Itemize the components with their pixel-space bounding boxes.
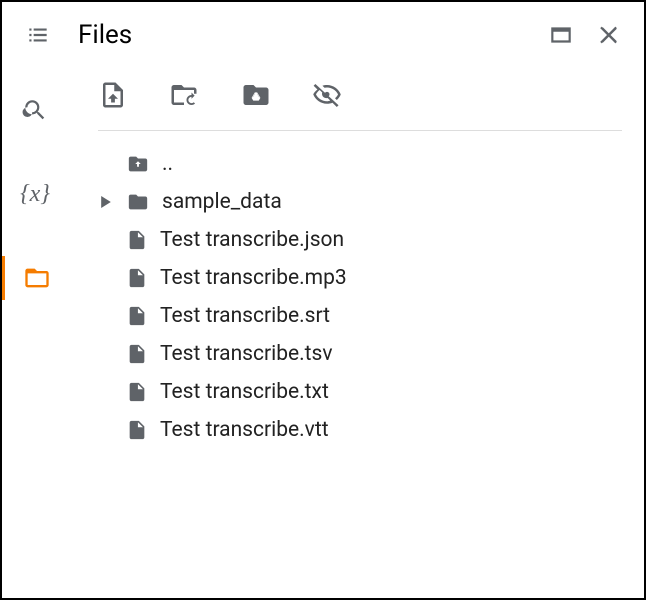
files-panel: .. sample_data Test transcribe.json [68, 60, 644, 596]
file-row[interactable]: Test transcribe.vtt [98, 411, 622, 449]
file-icon [126, 266, 148, 290]
sidebar-variables[interactable]: {x} [2, 172, 68, 216]
panel-title: Files [78, 20, 522, 50]
file-label: Test transcribe.mp3 [160, 266, 347, 290]
folder-up-icon [126, 153, 150, 175]
window-icon[interactable] [546, 22, 576, 48]
file-row[interactable]: Test transcribe.json [98, 221, 622, 259]
mount-drive-icon[interactable] [240, 80, 272, 110]
close-icon[interactable] [596, 22, 622, 48]
file-label: Test transcribe.vtt [160, 418, 329, 442]
file-tree: .. sample_data Test transcribe.json [98, 145, 622, 449]
upload-file-icon[interactable] [98, 78, 128, 112]
sidebar-files[interactable] [2, 256, 68, 300]
sidebar-search[interactable] [2, 88, 68, 132]
expand-icon[interactable] [98, 196, 114, 208]
file-row[interactable]: Test transcribe.tsv [98, 335, 622, 373]
hide-icon[interactable] [310, 80, 344, 110]
toc-icon[interactable] [24, 22, 52, 48]
file-icon [126, 304, 148, 328]
file-label: sample_data [162, 190, 282, 214]
file-label: Test transcribe.srt [160, 304, 330, 328]
file-icon [126, 380, 148, 404]
file-icon [126, 418, 148, 442]
files-toolbar [98, 78, 622, 131]
folder-row[interactable]: sample_data [98, 183, 622, 221]
parent-dir-label: .. [162, 152, 173, 176]
file-label: Test transcribe.txt [160, 380, 329, 404]
sidebar: {x} [2, 60, 68, 596]
file-label: Test transcribe.json [160, 228, 344, 252]
file-row[interactable]: Test transcribe.txt [98, 373, 622, 411]
folder-icon [126, 191, 150, 213]
file-icon [126, 228, 148, 252]
file-label: Test transcribe.tsv [160, 342, 333, 366]
parent-dir-row[interactable]: .. [98, 145, 622, 183]
refresh-folder-icon[interactable] [166, 80, 202, 110]
file-row[interactable]: Test transcribe.mp3 [98, 259, 622, 297]
file-row[interactable]: Test transcribe.srt [98, 297, 622, 335]
file-icon [126, 342, 148, 366]
